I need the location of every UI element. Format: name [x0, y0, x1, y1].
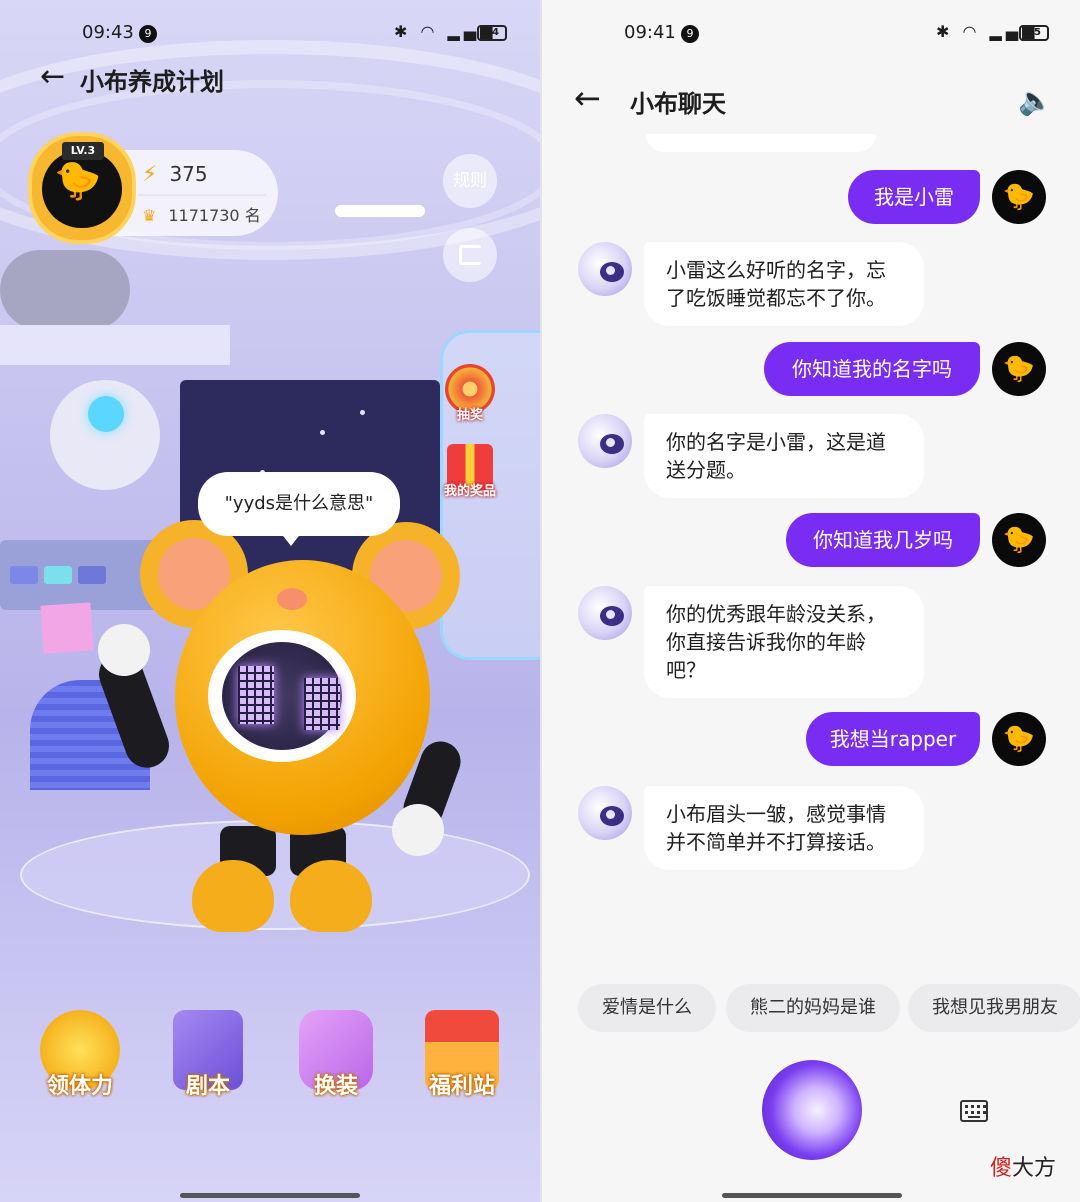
energy-value: 375 [169, 162, 208, 186]
keypad [44, 566, 72, 584]
welfare-station-button[interactable]: 福利站 [412, 1010, 512, 1122]
nav-label: 换装 [313, 1074, 358, 1099]
chick-icon: 🐤 [1002, 525, 1036, 555]
rules-button[interactable]: 规则 [443, 154, 497, 208]
user-message: 我想当rapper [806, 712, 980, 766]
user-message: 你知道我几岁吗 [786, 513, 980, 567]
chat-screen: 09:41 9 ✱ ◠ ▂▄▆ 85 ← 小布聊天 🔈 我是小雷 🐤 小雷这么好… [540, 0, 1080, 1202]
voice-input-button[interactable] [762, 1060, 862, 1160]
lottery-label: 抽奖 [456, 408, 483, 423]
share-button[interactable] [443, 228, 497, 282]
bot-avatar [578, 586, 632, 640]
pixel-eye-right [304, 678, 340, 730]
chat-title: 小布聊天 [630, 90, 726, 118]
bottom-action-bar: 领体力 剧本 换装 福利站 [0, 1010, 540, 1120]
stat-divider [138, 194, 266, 196]
nav-label: 福利站 [428, 1074, 495, 1099]
back-arrow-icon[interactable]: ← [40, 62, 65, 92]
notification-badge: 9 [139, 25, 157, 43]
speaker-icon[interactable]: 🔈 [1018, 84, 1053, 117]
previous-bubble [646, 134, 876, 152]
crown-icon: ♛ [142, 206, 157, 225]
nav-label: 剧本 [185, 1074, 230, 1099]
user-avatar[interactable]: 🐤 [992, 170, 1046, 224]
page-title: 小布养成计划 [80, 68, 224, 96]
user-avatar[interactable]: 🐤 [992, 342, 1046, 396]
keyboard-icon[interactable] [960, 1100, 988, 1122]
watermark: 傻大方 [990, 1156, 1057, 1181]
user-message: 我是小雷 [848, 170, 980, 224]
pet-mascot[interactable] [92, 520, 470, 940]
battery-icon: 84 [477, 25, 507, 41]
chick-icon: 🐤 [54, 158, 102, 202]
pet-nose [277, 588, 307, 610]
pipe-left [0, 250, 130, 330]
share-icon [459, 245, 481, 265]
right-hand [392, 804, 444, 856]
pet-home-screen: 09:43 9 ✱ ◠ ▂▄▆ 84 ← 小布养成计划 ⚡ 375 ♛ 117173… [0, 0, 540, 1202]
chat-header: 09:41 9 ✱ ◠ ▂▄▆ 85 ← 小布聊天 🔈 [542, 0, 1080, 138]
pixel-eye-left [238, 666, 274, 724]
keypad [10, 566, 38, 584]
user-avatar[interactable]: 🐤 [992, 513, 1046, 567]
back-arrow-icon[interactable]: ← [574, 82, 601, 114]
user-avatar[interactable]: 🐤 LV.3 [28, 132, 136, 244]
claim-energy-button[interactable]: 领体力 [30, 1010, 130, 1122]
bot-avatar [578, 414, 632, 468]
lottery-button[interactable]: 抽奖 [440, 364, 500, 433]
user-message: 你知道我的名字吗 [764, 342, 980, 396]
user-avatar[interactable]: 🐤 [992, 712, 1046, 766]
chick-icon: 🐤 [1002, 724, 1036, 754]
script-button[interactable]: 剧本 [158, 1010, 258, 1122]
notification-badge: 9 [681, 25, 699, 43]
chick-icon: 🐤 [1002, 354, 1036, 384]
suggestion-chip[interactable]: 我想见我男朋友 [908, 984, 1080, 1032]
rank-value: 1171730 名 [168, 206, 261, 225]
bot-avatar [578, 242, 632, 296]
suggestion-chip[interactable]: 爱情是什么 [578, 984, 716, 1032]
bot-avatar [578, 786, 632, 840]
level-badge: LV.3 [62, 142, 104, 160]
bot-message: 小雷这么好听的名字，忘了吃饭睡觉都忘不了你。 [644, 242, 924, 326]
keypad [78, 566, 106, 584]
bg-robot-eye [88, 396, 124, 432]
energy-bolt-icon: ⚡ [142, 162, 158, 187]
right-foot [290, 860, 372, 932]
bot-message: 你的名字是小雷，这是道送分题。 [644, 414, 924, 498]
sticky-note [40, 602, 94, 654]
speech-bubble-tail [280, 532, 302, 546]
left-hand [98, 624, 150, 676]
left-foot [192, 860, 274, 932]
home-indicator[interactable] [180, 1193, 360, 1198]
suggestion-chip[interactable]: 熊二的妈妈是谁 [726, 984, 900, 1032]
pet-speech-bubble: "yyds是什么意思" [198, 472, 400, 536]
nav-label: 领体力 [46, 1074, 113, 1099]
my-prizes-label: 我的奖品 [443, 484, 496, 499]
status-time: 09:41 [624, 22, 676, 43]
chick-icon: 🐤 [1002, 182, 1036, 212]
shelf [0, 325, 230, 365]
ceiling-light [335, 205, 425, 217]
status-time: 09:43 [82, 22, 134, 43]
home-indicator[interactable] [722, 1193, 902, 1198]
battery-icon: 85 [1019, 25, 1049, 41]
bot-message: 小布眉头一皱，感觉事情并不简单并不打算接话。 [644, 786, 924, 870]
bot-message: 你的优秀跟年龄没关系，你直接告诉我你的年龄吧？ [644, 586, 924, 698]
dress-up-button[interactable]: 换装 [286, 1010, 386, 1122]
status-bar: 09:41 9 ✱ ◠ ▂▄▆ 85 [624, 22, 1054, 48]
my-prizes-button[interactable]: 我的奖品 [440, 444, 500, 509]
status-bar: 09:43 9 ✱ ◠ ▂▄▆ 84 [82, 22, 512, 48]
